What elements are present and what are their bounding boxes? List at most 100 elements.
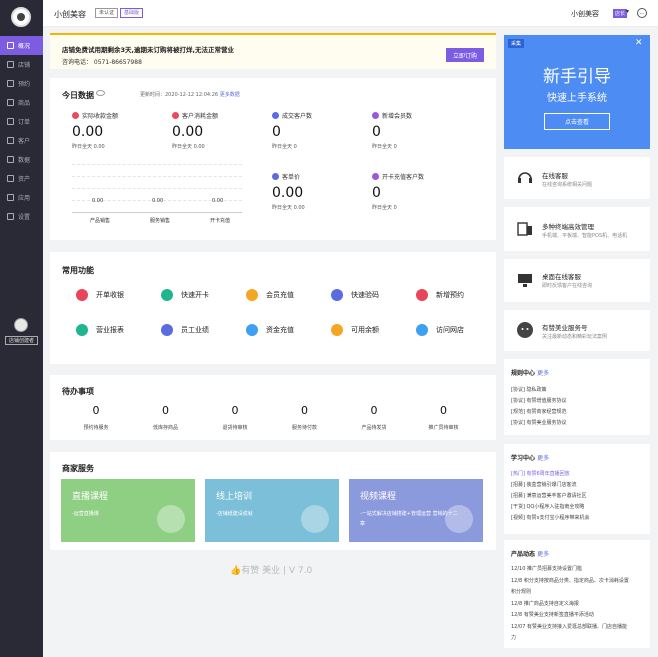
- footer-version: V 7.0: [288, 566, 313, 576]
- rules-more-link[interactable]: 更多: [537, 370, 549, 377]
- metric-deal-customers: 成交客户数 0 昨日全天 0: [272, 111, 312, 150]
- function-label: 营业报表: [96, 326, 124, 334]
- learning-title-text: 学习中心: [511, 455, 536, 462]
- list-item[interactable]: [热门] 有赞6周年直播回放: [511, 470, 570, 477]
- news-title: 产品动态 更多: [511, 549, 549, 558]
- list-item[interactable]: [招募] 装盒营销引爆门店客流: [511, 481, 577, 488]
- bar-value-label: 0.00: [92, 198, 104, 204]
- sidebar-item-overview[interactable]: 概况: [0, 36, 43, 55]
- section-title: 今日数据: [62, 91, 94, 100]
- more-data-link[interactable]: 更多数据: [220, 92, 240, 98]
- function-icon: [331, 324, 343, 336]
- subscribe-button[interactable]: 立即订购: [446, 48, 484, 62]
- version-badge[interactable]: 基础版: [120, 8, 144, 18]
- sidebar-item-label: 预约: [18, 81, 31, 88]
- rules-center-card: 规则中心 更多 [协议] 隐私政策 [协议] 有赞增值服务协议 [规范] 有赞商家经…: [504, 359, 650, 435]
- todo-item[interactable]: 0 产品待发货: [339, 404, 409, 431]
- sidebar-item-data[interactable]: 数据: [0, 150, 43, 169]
- metric-label: 成交客户数: [272, 111, 312, 120]
- list-item[interactable]: 12/8 积分支持按商品分类、指定商品、次卡消耗设置: [511, 577, 629, 584]
- metric-value: 0.00: [272, 185, 304, 201]
- sidebar-item-settings[interactable]: 设置: [0, 207, 43, 226]
- sidebar-item-booking[interactable]: 预约: [0, 74, 43, 93]
- list-item[interactable]: 积分规则: [511, 588, 531, 595]
- list-item[interactable]: [规范] 有赞商家经营规范: [511, 408, 567, 415]
- todo-item[interactable]: 0 服务待付款: [270, 404, 340, 431]
- list-item[interactable]: [干货] QQ小程序入驻指南全攻略: [511, 503, 584, 510]
- unverified-badge[interactable]: 未认证: [95, 8, 119, 18]
- todo-item[interactable]: 0 推广员待审核: [409, 404, 479, 431]
- function-item[interactable]: 可用余额: [331, 324, 379, 336]
- category-label: 产品销售: [90, 218, 111, 224]
- function-item[interactable]: 营业报表: [76, 324, 124, 336]
- list-item[interactable]: 12/8 推广商品支持自定义海报: [511, 600, 579, 607]
- beginner-guide-banner[interactable]: 采集 ✕ 新手引导 快速上手系统 点击查看: [504, 35, 650, 149]
- sidebar-item-shop[interactable]: 店铺: [0, 55, 43, 74]
- shop-icon: [7, 61, 14, 68]
- shop-name: 小创美容: [54, 10, 86, 19]
- list-item[interactable]: 12/10 推广员招募支持设置门槛: [511, 565, 582, 572]
- thumb-icon: 👍: [230, 566, 242, 576]
- list-item[interactable]: [招募] 满意运营美丰客户邀请社区: [511, 492, 587, 499]
- list-item[interactable]: 12/8 有赞美业支持新签直播平添活动: [511, 611, 594, 618]
- service-banner[interactable]: 线上培训 -店铺纸建设成就: [205, 479, 339, 542]
- function-label: 访问网店: [436, 326, 464, 334]
- function-item[interactable]: 会员充值: [246, 289, 294, 301]
- sidebar-item-goods[interactable]: 商品: [0, 93, 43, 112]
- list-item[interactable]: [视频] 有赞x支付宝小程序带来机会: [511, 514, 589, 521]
- overview-icon: [7, 42, 14, 49]
- metric-new-members: 新增会员数 0 昨日全天 0: [372, 111, 412, 150]
- function-item[interactable]: 员工业绩: [161, 324, 209, 336]
- update-time: 更新时间：2020-12-12 12:04:26 更多数据: [140, 91, 240, 98]
- todo-count: 0: [301, 404, 308, 417]
- sidebar-item-label: 资产: [18, 176, 31, 183]
- message-icon[interactable]: …: [637, 8, 647, 18]
- todo-item[interactable]: 0 预约待服务: [61, 404, 131, 431]
- creator-button[interactable]: 店铺创建者: [5, 336, 38, 345]
- metric-label-text: 实际收款金额: [82, 113, 119, 120]
- list-item[interactable]: [协议] 有赞增值服务协议: [511, 397, 567, 404]
- function-icon: [331, 289, 343, 301]
- shop-logo[interactable]: [11, 7, 31, 27]
- learning-title: 学习中心 更多: [511, 453, 549, 462]
- multi-terminal-card[interactable]: 多种终端高效管理 手机端、平板端、智能POS机、电话机: [504, 207, 650, 251]
- function-item[interactable]: 资金充值: [246, 324, 294, 336]
- user-name[interactable]: 小创美容: [571, 9, 599, 19]
- list-item[interactable]: 力: [511, 634, 516, 641]
- function-item[interactable]: 新增预约: [416, 289, 464, 301]
- chevron-down-icon[interactable]: ▾: [626, 8, 629, 15]
- sidebar-item-apps[interactable]: 应用: [0, 188, 43, 207]
- service-banner[interactable]: 视频课程 -一站式解决店铺搭建+管理运营 营销的十二章: [349, 479, 483, 542]
- section-title: 待办事项: [62, 387, 94, 396]
- news-more-link[interactable]: 更多: [537, 551, 549, 558]
- close-icon[interactable]: ✕: [635, 38, 643, 48]
- todo-item[interactable]: 0 低库存商品: [131, 404, 201, 431]
- sidebar-item-customers[interactable]: 客户: [0, 131, 43, 150]
- card-icon: [372, 173, 379, 180]
- sidebar: 概况 店铺 预约 商品 订单 客户 数据 资产 应用 设置 店铺创建者: [0, 0, 43, 657]
- todo-label: 预约待服务: [83, 425, 109, 431]
- function-icon: [246, 289, 258, 301]
- function-item[interactable]: 快速验码: [331, 289, 379, 301]
- view-guide-button[interactable]: 点击查看: [544, 113, 610, 130]
- grid-icon: [7, 194, 14, 201]
- online-service-card[interactable]: 在线客服 在线咨询系统相关问题: [504, 157, 650, 199]
- service-account-card[interactable]: 有赞美业服务号 关注最新动态和精彩玩法案例: [504, 310, 650, 351]
- sidebar-item-assets[interactable]: 资产: [0, 169, 43, 188]
- function-icon: [76, 324, 88, 336]
- list-item[interactable]: [协议] 有赞美业服务协议: [511, 419, 567, 426]
- list-item[interactable]: [协议] 隐私政策: [511, 386, 547, 393]
- service-banner[interactable]: 直播课程 -运营直播课: [61, 479, 195, 542]
- list-item[interactable]: 12/07 有赞美业支持接入爱逛总部联播、门店自播能: [511, 623, 627, 630]
- function-item[interactable]: 快速开卡: [161, 289, 209, 301]
- eye-icon[interactable]: [96, 90, 105, 96]
- function-item[interactable]: 开单收银: [76, 289, 124, 301]
- sidebar-item-orders[interactable]: 订单: [0, 112, 43, 131]
- learning-more-link[interactable]: 更多: [537, 455, 549, 462]
- avatar[interactable]: [14, 318, 28, 332]
- function-item[interactable]: 访问网店: [416, 324, 464, 336]
- metric-label-text: 新增会员数: [382, 113, 413, 120]
- todo-item[interactable]: 0 退货待审核: [200, 404, 270, 431]
- guide-title: 新手引导: [543, 67, 611, 87]
- desktop-service-card[interactable]: 桌面在线客服 即时反馈客户在线咨询: [504, 259, 650, 302]
